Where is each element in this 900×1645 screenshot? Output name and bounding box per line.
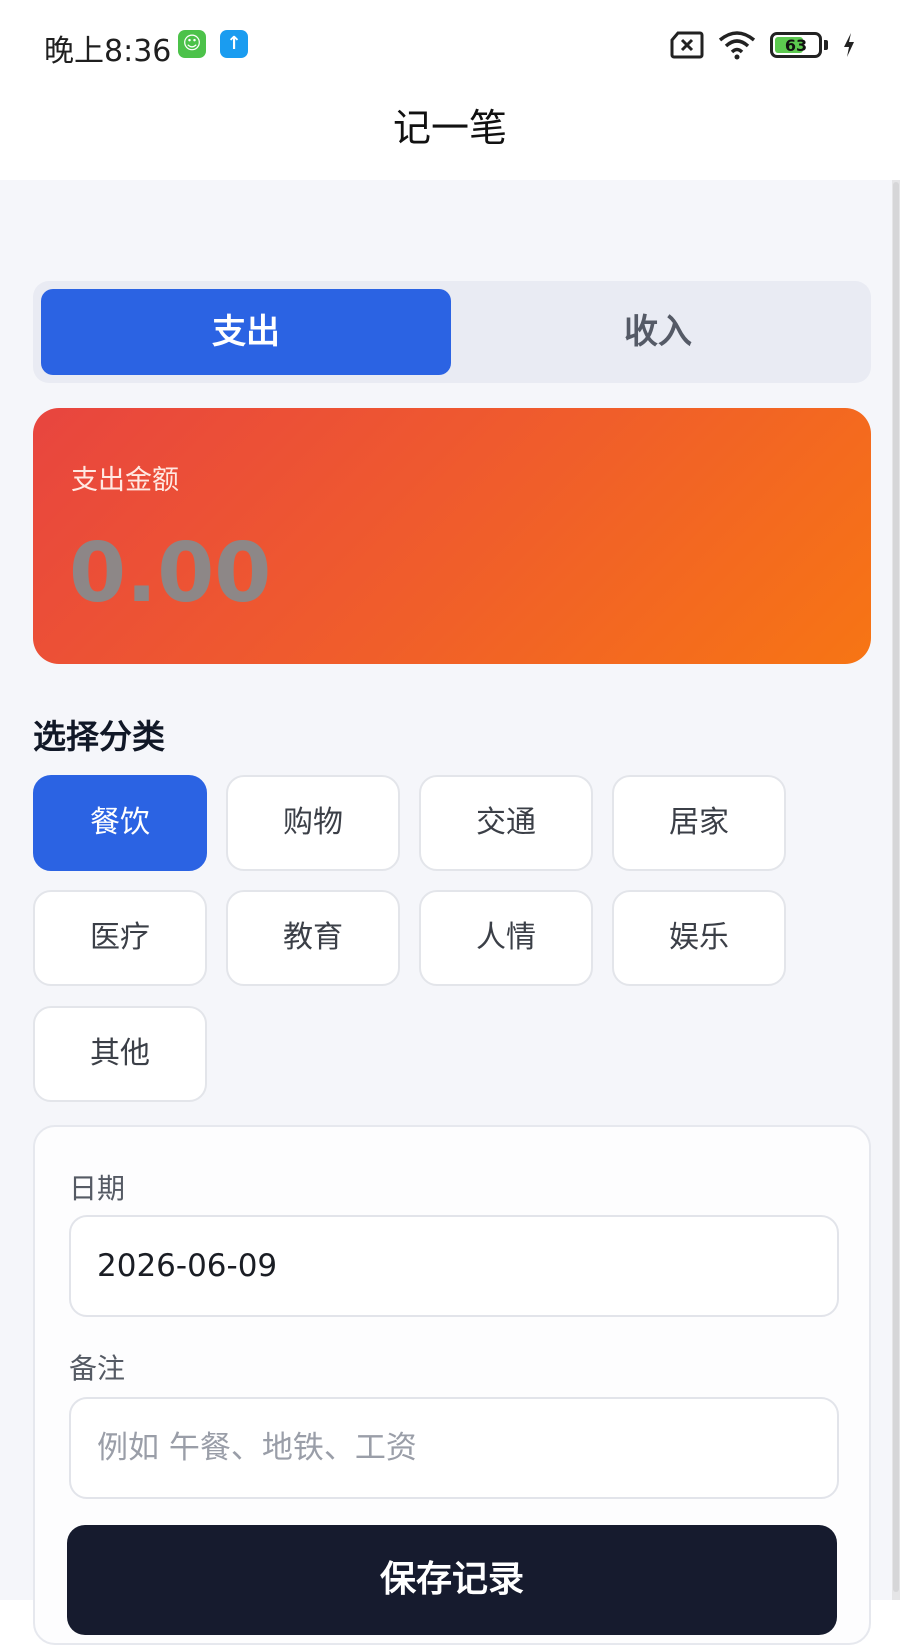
battery-icon: 63 [770, 32, 822, 58]
status-icons: 63 [670, 28, 856, 62]
page-title: 记一笔 [0, 90, 900, 180]
category-chip-other[interactable]: 其他 [33, 1006, 207, 1102]
category-chip-education[interactable]: 教育 [226, 890, 400, 986]
category-chip-entertainment[interactable]: 娱乐 [612, 890, 786, 986]
scrollbar-thumb[interactable] [893, 182, 899, 1592]
amount-label: 支出金额 [71, 465, 179, 496]
category-chip-medical[interactable]: 医疗 [33, 890, 207, 986]
upload-notification-icon: ↑ [220, 30, 248, 58]
category-chip-shopping[interactable]: 购物 [226, 775, 400, 871]
category-chip-social[interactable]: 人情 [419, 890, 593, 986]
charging-icon [844, 33, 854, 57]
date-label: 日期 [69, 1172, 126, 1205]
category-chip-transport[interactable]: 交通 [419, 775, 593, 871]
sim-error-icon [670, 31, 704, 59]
battery-percent: 63 [784, 35, 808, 55]
expense-tab[interactable]: 支出 [41, 289, 451, 375]
status-time: 晚上8:36 [44, 34, 172, 69]
income-tab[interactable]: 收入 [453, 289, 863, 375]
wifi-icon [718, 31, 756, 60]
battery-cap [824, 40, 828, 50]
amount-input[interactable]: 0.00 [69, 526, 271, 621]
category-section-title: 选择分类 [33, 717, 165, 756]
note-field[interactable]: 例如 午餐、地铁、工资 [69, 1397, 839, 1499]
amount-card[interactable]: 支出金额 0.00 [33, 408, 871, 664]
save-button[interactable]: 保存记录 [67, 1525, 837, 1635]
status-bar: 晚上8:36 ☺ ↑ 63 [0, 0, 900, 90]
category-chip-home[interactable]: 居家 [612, 775, 786, 871]
scrollbar[interactable] [892, 180, 900, 1600]
category-chip-dining[interactable]: 餐饮 [33, 775, 207, 871]
date-field[interactable]: 2026-06-09 [69, 1215, 839, 1317]
app-notification-icon: ☺ [178, 30, 206, 58]
note-label: 备注 [69, 1352, 126, 1385]
type-toggle: 支出 收入 [33, 281, 871, 383]
